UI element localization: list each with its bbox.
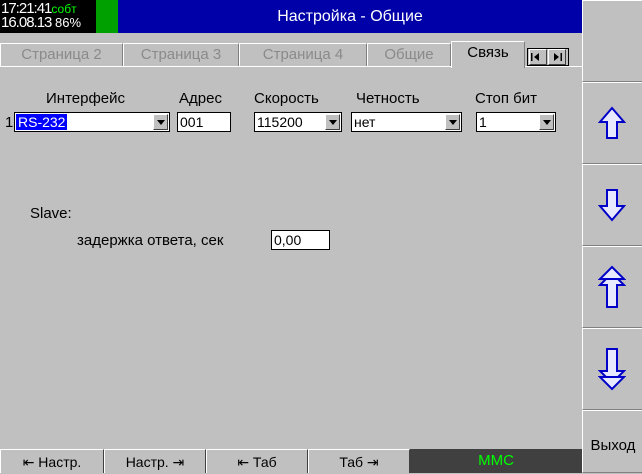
response-delay-input[interactable]: 0,00 [271, 230, 330, 250]
row-index: 1 [5, 114, 14, 131]
exit-label: Выход [590, 437, 636, 454]
next-tab-button[interactable]: Таб ⇥ [308, 449, 410, 473]
exit-button[interactable]: Выход [582, 410, 642, 473]
tab-page-2[interactable]: Страница 2 [0, 43, 123, 66]
interface-select[interactable]: RS-232 [14, 112, 170, 132]
header-speed: Скорость [254, 90, 319, 107]
page-down-button[interactable] [582, 328, 642, 410]
arrow-up-button[interactable] [582, 82, 642, 164]
page-up-button[interactable] [582, 246, 642, 328]
double-arrow-up-icon [598, 265, 626, 308]
header-stopbits: Стоп бит [475, 90, 538, 107]
slave-label: Slave: [30, 205, 72, 222]
double-arrow-down-icon [598, 348, 626, 391]
address-input[interactable]: 001 [177, 112, 231, 132]
clock-date: 16.08.13 [1, 14, 52, 31]
tab-scroller [527, 48, 569, 66]
dropdown-arrow-icon[interactable] [445, 114, 460, 130]
arrow-down-button[interactable] [582, 164, 642, 246]
header-address: Адрес [179, 90, 222, 107]
tab-page-4[interactable]: Страница 4 [239, 43, 367, 66]
tab-right-icon[interactable] [548, 49, 566, 65]
header-parity: Четность [356, 90, 420, 107]
dropdown-arrow-icon[interactable] [539, 114, 554, 130]
dropdown-arrow-icon[interactable] [153, 114, 168, 130]
right-blank-button [582, 0, 642, 82]
next-settings-button[interactable]: Настр. ⇥ [104, 449, 206, 473]
status-indicator [96, 0, 118, 33]
clock-level: 86% [55, 15, 82, 30]
storage-status: MMC [410, 449, 582, 473]
stopbits-value: 1 [479, 114, 487, 130]
parity-select[interactable]: нет [351, 112, 462, 132]
tab-general[interactable]: Общие [367, 43, 451, 66]
tab-page-3[interactable]: Страница 3 [123, 43, 239, 66]
stopbits-select[interactable]: 1 [476, 112, 556, 132]
tab-communication[interactable]: Связь [451, 41, 525, 68]
clock-display: 17:21:41собт 16.08.13 86% [0, 0, 96, 33]
dropdown-arrow-icon[interactable] [325, 114, 340, 130]
tab-left-icon[interactable] [529, 49, 547, 65]
page-title: Настройка - Общие [118, 0, 582, 33]
prev-tab-button[interactable]: ⇤ Таб [206, 449, 308, 473]
response-delay-label: задержка ответа, сек [77, 232, 224, 249]
clock-mode: собт [51, 2, 77, 16]
interface-value: RS-232 [16, 114, 68, 130]
speed-value: 115200 [257, 114, 303, 130]
header-interface: Интерфейс [46, 90, 126, 107]
arrow-up-icon [598, 106, 626, 139]
arrow-down-icon [598, 189, 626, 222]
prev-settings-button[interactable]: ⇤ Настр. [0, 449, 104, 473]
parity-value: нет [354, 114, 376, 130]
speed-select[interactable]: 115200 [254, 112, 342, 132]
